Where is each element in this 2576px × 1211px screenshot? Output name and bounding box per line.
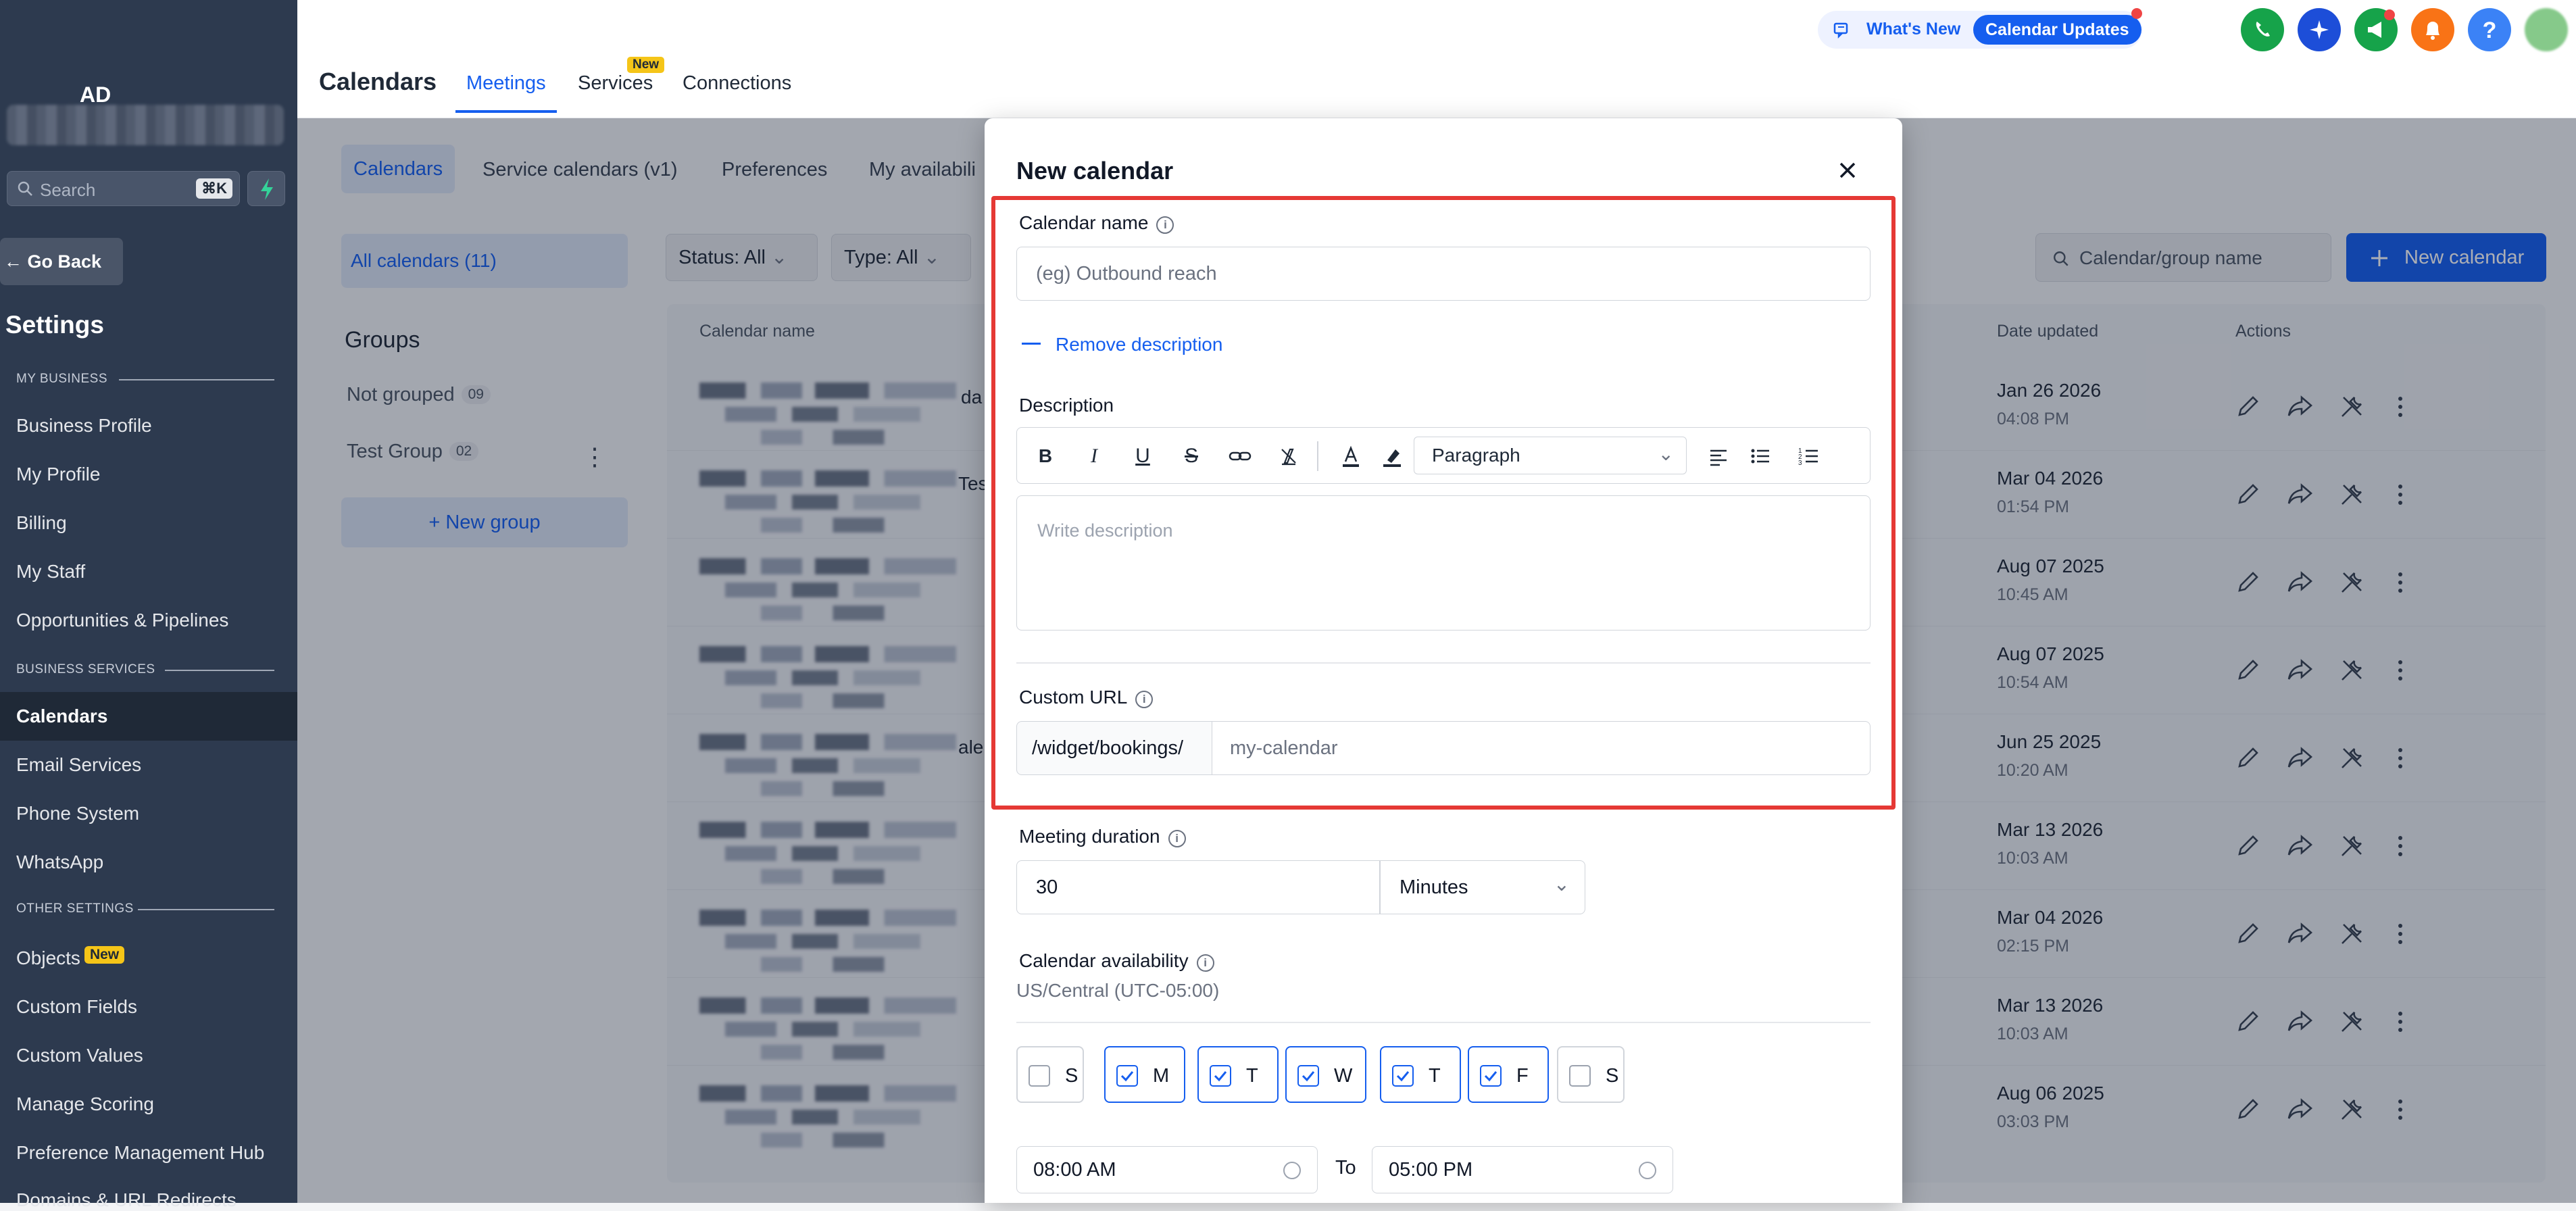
sidebar-item-objects[interactable]: Objects New	[16, 946, 125, 969]
phone-button[interactable]	[2241, 8, 2284, 51]
meeting-duration-label: Meeting duration i	[1019, 826, 1186, 847]
divider	[138, 909, 274, 910]
whats-new-label: What's New	[1866, 20, 1961, 39]
bell-icon	[2426, 22, 2439, 40]
tab-connections[interactable]: Connections	[683, 72, 791, 95]
sidebar-search-input[interactable]: Search ⌘K	[7, 171, 240, 206]
divider	[165, 670, 274, 671]
help-icon: ?	[2483, 18, 2497, 43]
tab-services[interactable]: Services	[578, 72, 653, 95]
day-label: T	[1429, 1065, 1441, 1087]
day-label: F	[1516, 1065, 1529, 1087]
day-checkbox[interactable]: W	[1285, 1046, 1366, 1103]
lightning-icon	[261, 178, 273, 200]
day-checkbox[interactable]: F	[1468, 1046, 1549, 1103]
info-icon: i	[1196, 954, 1214, 972]
section-my-business: MY BUSINESS	[16, 372, 108, 386]
sparkle-icon	[2310, 20, 2329, 39]
clock-icon	[1639, 1162, 1656, 1179]
calendar-updates-pill[interactable]: Calendar Updates	[1973, 15, 2141, 45]
checkbox-empty-icon	[1569, 1065, 1591, 1087]
duration-input[interactable]: 30	[1016, 860, 1380, 914]
go-back-button[interactable]: ← Go Back	[0, 238, 123, 285]
notification-dot	[2131, 8, 2142, 19]
day-label: S	[1606, 1065, 1619, 1087]
sidebar-item-phone-system[interactable]: Phone System	[16, 803, 139, 824]
divider	[119, 379, 274, 380]
sidebar-item-business-profile[interactable]: Business Profile	[16, 415, 152, 437]
to-label: To	[1335, 1157, 1356, 1179]
svg-text:?: ?	[2483, 18, 2497, 43]
section-other-settings: OTHER SETTINGS	[16, 901, 134, 916]
page-title: Calendars	[319, 68, 437, 95]
section-business-services: BUSINESS SERVICES	[16, 662, 155, 676]
calendar-availability-label: Calendar availability i	[1019, 950, 1214, 972]
notifications-button[interactable]	[2411, 8, 2454, 51]
sidebar-item-domains[interactable]: Domains & URL Redirects	[16, 1189, 237, 1211]
phone-icon	[2256, 22, 2270, 36]
tab-meetings[interactable]: Meetings	[466, 72, 546, 95]
day-checkbox[interactable]: T	[1380, 1046, 1461, 1103]
modal-title: New calendar	[1016, 157, 1174, 184]
services-new-badge: New	[627, 57, 665, 73]
checkbox-checked-icon	[1392, 1065, 1414, 1087]
day-checkbox[interactable]: M	[1104, 1046, 1185, 1103]
account-initials: AD	[80, 82, 112, 107]
highlight-box	[991, 196, 1896, 810]
settings-title: Settings	[5, 311, 104, 339]
quick-actions-button[interactable]	[247, 171, 285, 206]
chevron-down-icon: ⌄	[1553, 874, 1570, 895]
announcement-icon	[1833, 22, 1848, 39]
end-time-input[interactable]: 05:00 PM	[1372, 1146, 1673, 1193]
day-label: T	[1246, 1065, 1258, 1087]
checkbox-checked-icon	[1210, 1065, 1231, 1087]
sidebar-item-opportunities[interactable]: Opportunities & Pipelines	[16, 610, 228, 631]
account-switcher[interactable]	[7, 105, 284, 145]
arrow-left-icon: ←	[4, 251, 22, 272]
start-time-input[interactable]: 08:00 AM	[1016, 1146, 1318, 1193]
avatar[interactable]	[2525, 8, 2568, 51]
checkbox-checked-icon	[1297, 1065, 1319, 1087]
new-badge: New	[84, 946, 125, 964]
search-icon	[18, 181, 32, 196]
sidebar-item-custom-values[interactable]: Custom Values	[16, 1045, 143, 1066]
announcement-dot	[2384, 9, 2395, 20]
divider	[1016, 1022, 1871, 1023]
sidebar-item-custom-fields[interactable]: Custom Fields	[16, 996, 137, 1018]
clock-icon	[1283, 1162, 1301, 1179]
checkbox-checked-icon	[1116, 1065, 1138, 1087]
duration-unit-select[interactable]: Minutes ⌄	[1380, 860, 1585, 914]
search-shortcut: ⌘K	[196, 178, 232, 199]
day-label: S	[1065, 1065, 1079, 1087]
search-placeholder: Search	[40, 180, 96, 200]
checkbox-empty-icon	[1029, 1065, 1050, 1087]
help-button[interactable]: ?	[2468, 8, 2511, 51]
day-checkbox[interactable]: T	[1197, 1046, 1279, 1103]
timezone-text: US/Central (UTC-05:00)	[1016, 980, 1220, 1001]
sidebar-item-preference-hub[interactable]: Preference Management Hub	[16, 1142, 264, 1164]
close-icon[interactable]	[1835, 158, 1860, 182]
sidebar-item-billing[interactable]: Billing	[16, 512, 67, 534]
sidebar-item-whatsapp[interactable]: WhatsApp	[16, 851, 103, 873]
info-icon: i	[1168, 830, 1186, 847]
sidebar-item-my-profile[interactable]: My Profile	[16, 464, 100, 485]
active-tab-indicator	[455, 110, 557, 113]
sidebar: AD Search ⌘K ← Go Back Settings MY BUSIN…	[0, 0, 297, 1210]
sidebar-item-email-services[interactable]: Email Services	[16, 754, 141, 776]
sidebar-item-calendars[interactable]: Calendars	[16, 706, 107, 727]
sidebar-item-my-staff[interactable]: My Staff	[16, 561, 85, 583]
day-checkbox[interactable]: S	[1016, 1046, 1084, 1103]
day-label: W	[1334, 1065, 1353, 1087]
ai-assistant-button[interactable]	[2298, 8, 2341, 51]
whats-new-banner[interactable]: What's New Calendar Updates	[1818, 11, 2142, 49]
sidebar-item-manage-scoring[interactable]: Manage Scoring	[16, 1093, 154, 1115]
day-checkbox[interactable]: S	[1557, 1046, 1625, 1103]
day-label: M	[1153, 1065, 1170, 1087]
checkbox-checked-icon	[1480, 1065, 1502, 1087]
